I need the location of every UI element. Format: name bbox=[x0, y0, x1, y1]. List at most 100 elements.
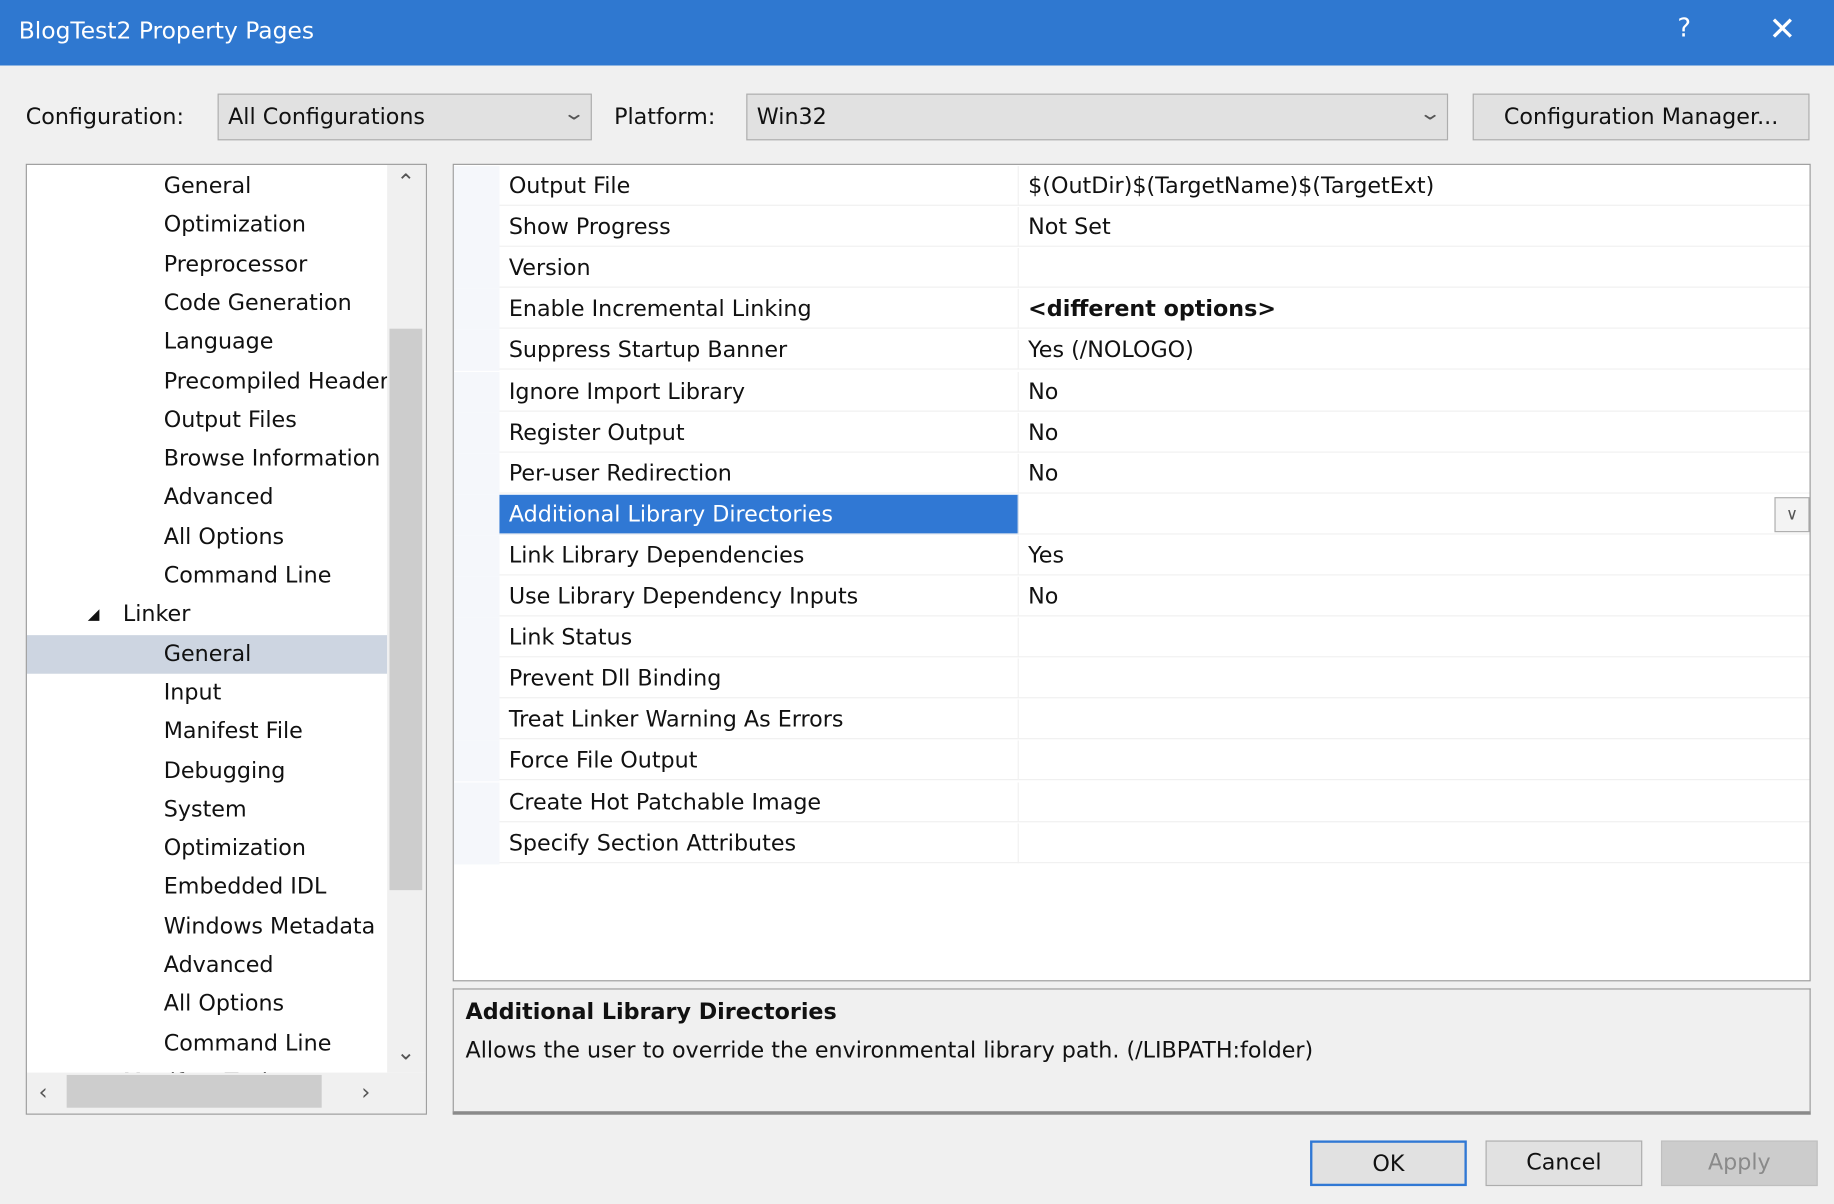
tree-item-label: All Options bbox=[163, 523, 285, 550]
property-value[interactable]: No bbox=[1018, 371, 1810, 412]
property-row[interactable]: Create Hot Patchable Image bbox=[453, 781, 1810, 823]
tree-item[interactable]: Optimization bbox=[27, 829, 387, 868]
property-value[interactable] bbox=[1018, 495, 1810, 535]
property-row[interactable]: Register Output No bbox=[453, 412, 1810, 454]
tree-item-label: General bbox=[163, 640, 252, 667]
property-row[interactable]: Use Library Dependency Inputs No bbox=[453, 576, 1810, 618]
tree-item[interactable]: General bbox=[27, 167, 387, 206]
chevron-down-icon: ∨ bbox=[1785, 505, 1798, 524]
property-row[interactable]: Enable Incremental Linking <different opt… bbox=[453, 289, 1810, 331]
dropdown-button[interactable]: ∨ bbox=[1774, 496, 1810, 532]
property-row[interactable]: Output File $(OutDir)$(TargetName)$(Targe… bbox=[453, 166, 1810, 208]
close-icon[interactable]: ✕ bbox=[1769, 9, 1796, 48]
property-value[interactable] bbox=[1018, 741, 1810, 781]
tree-item[interactable]: Advanced bbox=[27, 946, 387, 985]
expand-arrow-icon[interactable]: ◢ bbox=[88, 596, 100, 635]
property-value[interactable] bbox=[1018, 659, 1810, 699]
property-row[interactable]: Show Progress Not Set bbox=[453, 207, 1810, 249]
tree-item[interactable]: All Options bbox=[27, 518, 387, 557]
property-row[interactable]: Prevent Dll Binding bbox=[453, 658, 1810, 700]
configuration-select[interactable]: All Configurations ⌄ bbox=[217, 93, 592, 141]
configuration-manager-button[interactable]: Configuration Manager... bbox=[1472, 93, 1810, 141]
property-row[interactable]: Force File Output bbox=[453, 740, 1810, 782]
tree-item[interactable]: Windows Metadata bbox=[27, 907, 387, 946]
tree-item-label: General bbox=[163, 173, 252, 199]
property-row[interactable]: Specify Section Attributes bbox=[453, 822, 1810, 864]
tree-item-label: Advanced bbox=[163, 952, 274, 978]
property-row[interactable]: Treat Linker Warning As Errors bbox=[453, 699, 1810, 741]
property-value[interactable]: No bbox=[1018, 453, 1810, 494]
apply-button[interactable]: Apply bbox=[1660, 1140, 1818, 1187]
property-value[interactable]: No bbox=[1018, 577, 1810, 617]
property-value[interactable] bbox=[1018, 823, 1810, 863]
tree-item[interactable]: Advanced bbox=[27, 479, 387, 518]
property-name: Output File bbox=[499, 166, 1019, 206]
tree-item[interactable]: Code Generation bbox=[27, 284, 387, 323]
tree-item-label: Embedded IDL bbox=[163, 874, 327, 900]
property-name: Treat Linker Warning As Errors bbox=[499, 699, 1019, 740]
tree-item-label: System bbox=[163, 796, 247, 823]
property-value[interactable]: Yes (/NOLOGO) bbox=[1018, 330, 1810, 371]
row-gutter bbox=[453, 699, 500, 741]
tree-item[interactable]: Browse Information bbox=[27, 440, 387, 479]
property-value[interactable]: No bbox=[1018, 412, 1810, 453]
property-name: Create Hot Patchable Image bbox=[499, 781, 1019, 822]
scroll-left-icon[interactable]: ‹ bbox=[39, 1080, 48, 1106]
platform-label: Platform: bbox=[614, 104, 716, 130]
tree-item[interactable]: Command Line bbox=[27, 1024, 387, 1063]
property-row[interactable]: Per-user Redirection No bbox=[453, 453, 1810, 495]
tree-item-label: Optimization bbox=[163, 212, 306, 238]
tree-item[interactable]: Precompiled Headers bbox=[27, 362, 387, 401]
property-value[interactable] bbox=[1018, 700, 1810, 740]
tree-item-label: Preprocessor bbox=[163, 251, 308, 277]
cancel-button[interactable]: Cancel bbox=[1485, 1140, 1643, 1187]
row-gutter bbox=[453, 330, 500, 372]
property-value[interactable]: Yes bbox=[1018, 536, 1810, 576]
property-row[interactable]: Suppress Startup Banner Yes (/NOLOGO) bbox=[453, 330, 1810, 372]
tree-item[interactable]: General bbox=[26, 634, 388, 674]
tree-item[interactable]: All Options bbox=[27, 985, 387, 1024]
tree-item[interactable]: Input bbox=[27, 674, 387, 713]
tree-item[interactable]: Debugging bbox=[27, 752, 387, 791]
tree-item[interactable]: Language bbox=[27, 323, 387, 362]
property-row[interactable]: Version bbox=[453, 248, 1810, 290]
tree-item[interactable]: Preprocessor bbox=[27, 245, 387, 284]
description-text: Allows the user to override the environm… bbox=[465, 1037, 1314, 1064]
property-row[interactable]: Ignore Import Library No bbox=[453, 371, 1810, 413]
tree-item[interactable]: Command Line bbox=[27, 557, 387, 596]
property-row[interactable]: Link Status bbox=[453, 617, 1810, 659]
ok-button[interactable]: OK bbox=[1310, 1140, 1467, 1187]
tree-item[interactable]: Optimization bbox=[27, 206, 387, 245]
scroll-down-icon[interactable]: ⌄ bbox=[397, 1040, 416, 1066]
scroll-thumb[interactable] bbox=[389, 328, 423, 891]
help-icon[interactable]: ? bbox=[1677, 14, 1691, 43]
tree-item[interactable]: Embedded IDL bbox=[27, 868, 387, 907]
tree-item[interactable]: System bbox=[27, 790, 387, 829]
property-name: Link Library Dependencies bbox=[499, 535, 1019, 576]
tree-item[interactable]: ◢ Linker bbox=[27, 596, 387, 635]
platform-select[interactable]: Win32 ⌄ bbox=[746, 93, 1449, 141]
scroll-up-icon[interactable]: ⌃ bbox=[397, 170, 416, 196]
property-value[interactable] bbox=[1018, 782, 1810, 822]
row-gutter bbox=[453, 740, 500, 782]
tree-item[interactable]: Manifest File bbox=[27, 713, 387, 752]
tree-horizontal-scrollbar[interactable]: ‹ › bbox=[26, 1072, 426, 1114]
description-title: Additional Library Directories bbox=[465, 998, 837, 1025]
tree-item[interactable]: Output Files bbox=[27, 401, 387, 440]
platform-value: Win32 bbox=[756, 104, 827, 130]
property-value[interactable]: $(OutDir)$(TargetName)$(TargetExt) bbox=[1018, 166, 1810, 206]
scroll-thumb[interactable] bbox=[66, 1074, 322, 1108]
row-gutter bbox=[453, 535, 500, 577]
property-row[interactable]: Additional Library Directories ∨ bbox=[453, 494, 1810, 536]
property-value[interactable] bbox=[1018, 248, 1810, 288]
property-row[interactable]: Link Library Dependencies Yes bbox=[453, 535, 1810, 577]
property-name: Ignore Import Library bbox=[499, 371, 1019, 412]
tree-item-label: Precompiled Headers bbox=[163, 367, 388, 394]
tree-vertical-scrollbar[interactable]: ⌃ ⌄ bbox=[387, 164, 426, 1073]
property-value[interactable] bbox=[1018, 618, 1810, 658]
property-value[interactable]: <different options> bbox=[1018, 289, 1810, 330]
row-gutter bbox=[453, 576, 500, 618]
scroll-right-icon[interactable]: › bbox=[361, 1080, 370, 1106]
property-value[interactable]: Not Set bbox=[1018, 207, 1810, 247]
window-title: BlogTest2 Property Pages bbox=[18, 16, 315, 45]
